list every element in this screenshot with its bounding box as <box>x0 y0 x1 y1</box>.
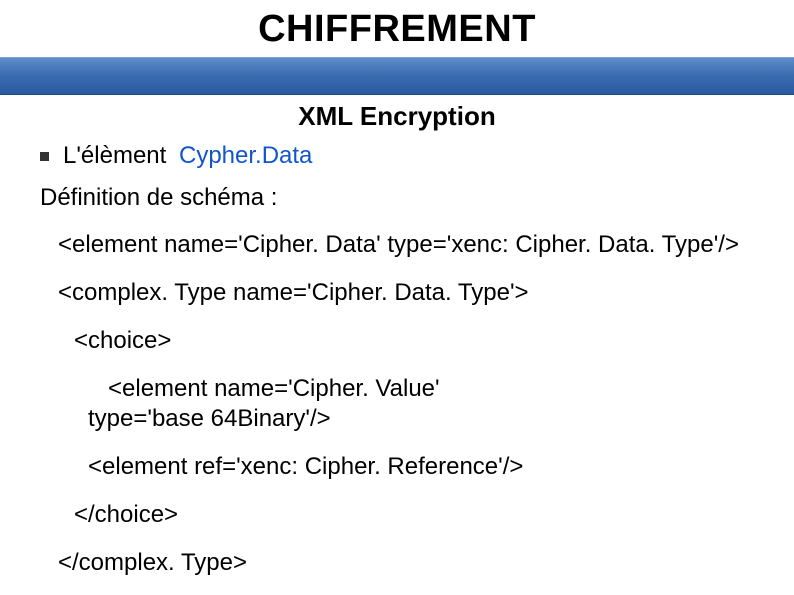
bullet-line: L'élèment Cypher.Data <box>40 142 754 170</box>
blue-band <box>0 57 794 95</box>
bullet-prefix: L'élèment <box>63 142 166 169</box>
code-line-7: </complex. Type> <box>40 548 754 578</box>
content-area: L'élèment Cypher.Data Définition de sché… <box>0 142 794 578</box>
bullet-highlight: Cypher.Data <box>179 142 312 169</box>
square-bullet-icon <box>40 152 49 161</box>
title-bar: CHIFFREMENT <box>0 0 794 57</box>
slide: CHIFFREMENT XML Encryption L'élèment Cyp… <box>0 0 794 595</box>
slide-subtitle: XML Encryption <box>0 101 794 132</box>
code-line-3: <choice> <box>40 326 754 356</box>
code-line-6: </choice> <box>40 500 754 530</box>
code-line-2: <complex. Type name='Cipher. Data. Type'… <box>40 278 754 308</box>
slide-title: CHIFFREMENT <box>0 8 794 51</box>
code-line-4: <element name='Cipher. Value' type='base… <box>40 374 754 434</box>
code-line-1: <element name='Cipher. Data' type='xenc:… <box>40 230 754 260</box>
bullet-text: L'élèment Cypher.Data <box>63 142 312 170</box>
code-line-5: <element ref='xenc: Cipher. Reference'/> <box>40 452 754 482</box>
definition-label: Définition de schéma : <box>40 184 754 212</box>
